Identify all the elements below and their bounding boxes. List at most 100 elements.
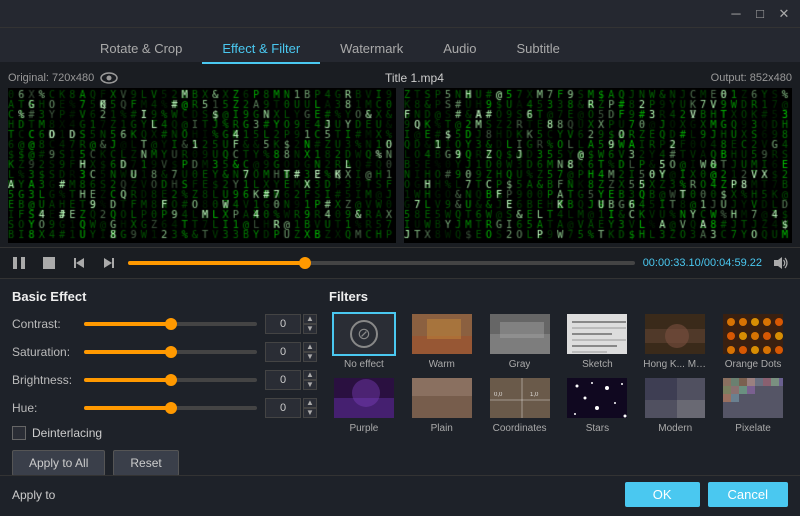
saturation-down[interactable]: ▼ <box>303 352 317 362</box>
original-info: Original: 720x480 <box>8 72 118 84</box>
tab-watermark[interactable]: Watermark <box>320 35 423 64</box>
ok-button[interactable]: OK <box>625 482 700 507</box>
hue-up[interactable]: ▲ <box>303 398 317 408</box>
filter-label-no-effect: No effect <box>344 359 384 370</box>
hue-row: Hue: 0 ▲ ▼ <box>12 398 317 418</box>
close-button[interactable]: ✕ <box>776 6 792 22</box>
filter-thumb-purple <box>332 376 396 420</box>
contrast-row: Contrast: 0 ▲ ▼ <box>12 314 317 334</box>
filter-label-stars: Stars <box>586 423 609 434</box>
contrast-spinner[interactable]: ▲ ▼ <box>303 314 317 334</box>
filter-label-sketch: Sketch <box>582 359 613 370</box>
effects-panel: Basic Effect Contrast: 0 ▲ ▼ Saturation: <box>12 289 317 476</box>
original-preview <box>8 88 396 243</box>
filter-thumb-stars <box>565 376 629 420</box>
saturation-spinner[interactable]: ▲ ▼ <box>303 342 317 362</box>
filters-title: Filters <box>329 289 788 304</box>
playback-controls: 00:00:33.10/00:04:59.22 <box>0 248 800 279</box>
filter-thumb-hk-movie <box>643 312 707 356</box>
progress-thumb[interactable] <box>299 257 311 269</box>
brightness-value: 0 <box>265 370 301 390</box>
video-info-row: Original: 720x480 Title 1.mp4 Output: 85… <box>8 68 792 88</box>
volume-button[interactable] <box>770 252 792 274</box>
pause-button[interactable] <box>8 252 30 274</box>
brightness-label: Brightness: <box>12 373 84 387</box>
filter-thumb-pixelate <box>721 376 785 420</box>
hue-down[interactable]: ▼ <box>303 408 317 418</box>
original-canvas <box>8 88 396 243</box>
filter-purple[interactable]: Purple <box>329 376 399 434</box>
main-content: Original: 720x480 Title 1.mp4 Output: 85… <box>0 64 800 513</box>
svg-text:0,0: 0,0 <box>494 392 503 398</box>
eye-icon[interactable] <box>100 72 118 84</box>
saturation-value: 0 <box>265 342 301 362</box>
title-bar: ─ □ ✕ <box>0 0 800 28</box>
contrast-value: 0 <box>265 314 301 334</box>
filter-thumb-gray <box>488 312 552 356</box>
maximize-button[interactable]: □ <box>752 6 768 22</box>
brightness-up[interactable]: ▲ <box>303 370 317 380</box>
filters-panel: Filters ⊘ No effect <box>317 289 788 476</box>
filter-warm[interactable]: Warm <box>407 312 477 370</box>
next-button[interactable] <box>98 252 120 274</box>
deinterlace-checkbox[interactable] <box>12 426 26 440</box>
deinterlace-row: Deinterlacing <box>12 426 317 440</box>
deinterlace-label: Deinterlacing <box>32 426 102 440</box>
filter-thumb-plain <box>410 376 474 420</box>
hue-label: Hue: <box>12 401 84 415</box>
progress-bar[interactable] <box>128 261 635 265</box>
filter-label-pixelate: Pixelate <box>735 423 771 434</box>
output-canvas <box>404 88 792 243</box>
stop-button[interactable] <box>38 252 60 274</box>
filter-hk-movie[interactable]: Hong K... Movie <box>640 312 710 370</box>
filters-grid: ⊘ No effect Warm <box>329 312 788 434</box>
contrast-slider[interactable] <box>84 322 257 326</box>
progress-fill <box>128 261 305 265</box>
brightness-spinner[interactable]: ▲ ▼ <box>303 370 317 390</box>
tab-subtitle[interactable]: Subtitle <box>497 35 580 64</box>
hue-value: 0 <box>265 398 301 418</box>
cancel-button[interactable]: Cancel <box>708 482 788 507</box>
tab-bar: Rotate & Crop Effect & Filter Watermark … <box>0 28 800 64</box>
brightness-down[interactable]: ▼ <box>303 380 317 390</box>
filter-thumb-orange-dots <box>721 312 785 356</box>
output-preview <box>404 88 792 243</box>
apply-to-all-button[interactable]: Apply to All <box>12 450 105 476</box>
filter-modern[interactable]: Modern <box>640 376 710 434</box>
filter-gray[interactable]: Gray <box>485 312 555 370</box>
brightness-row: Brightness: 0 ▲ ▼ <box>12 370 317 390</box>
filter-pixelate[interactable]: Pixelate <box>718 376 788 434</box>
brightness-slider[interactable] <box>84 378 257 382</box>
filter-no-effect[interactable]: ⊘ No effect <box>329 312 399 370</box>
filter-label-plain: Plain <box>431 423 453 434</box>
filter-coordinates[interactable]: 0,0 1,0 Coordinates <box>485 376 555 434</box>
filter-orange-dots[interactable]: Orange Dots <box>718 312 788 370</box>
contrast-down[interactable]: ▼ <box>303 324 317 334</box>
saturation-up[interactable]: ▲ <box>303 342 317 352</box>
filter-thumb-coordinates: 0,0 1,0 <box>488 376 552 420</box>
filter-label-orange-dots: Orange Dots <box>725 359 782 370</box>
filter-label-gray: Gray <box>509 359 531 370</box>
filter-sketch[interactable]: Sketch <box>563 312 633 370</box>
tab-audio[interactable]: Audio <box>423 35 496 64</box>
video-title: Title 1.mp4 <box>118 71 710 85</box>
minimize-button[interactable]: ─ <box>728 6 744 22</box>
footer-buttons: OK Cancel <box>625 482 788 507</box>
effect-buttons: Apply to All Reset <box>12 450 317 476</box>
contrast-up[interactable]: ▲ <box>303 314 317 324</box>
saturation-row: Saturation: 0 ▲ ▼ <box>12 342 317 362</box>
filter-stars[interactable]: Stars <box>563 376 633 434</box>
no-effect-icon: ⊘ <box>350 320 378 348</box>
time-display: 00:00:33.10/00:04:59.22 <box>643 257 762 269</box>
tab-rotate-crop[interactable]: Rotate & Crop <box>80 35 202 64</box>
hue-slider[interactable] <box>84 406 257 410</box>
saturation-slider[interactable] <box>84 350 257 354</box>
apply-to-label: Apply to <box>12 488 55 502</box>
tab-effect-filter[interactable]: Effect & Filter <box>202 35 320 64</box>
filter-label-warm: Warm <box>429 359 455 370</box>
reset-button[interactable]: Reset <box>113 450 178 476</box>
footer: Apply to OK Cancel <box>0 475 800 513</box>
filter-plain[interactable]: Plain <box>407 376 477 434</box>
prev-button[interactable] <box>68 252 90 274</box>
hue-spinner[interactable]: ▲ ▼ <box>303 398 317 418</box>
